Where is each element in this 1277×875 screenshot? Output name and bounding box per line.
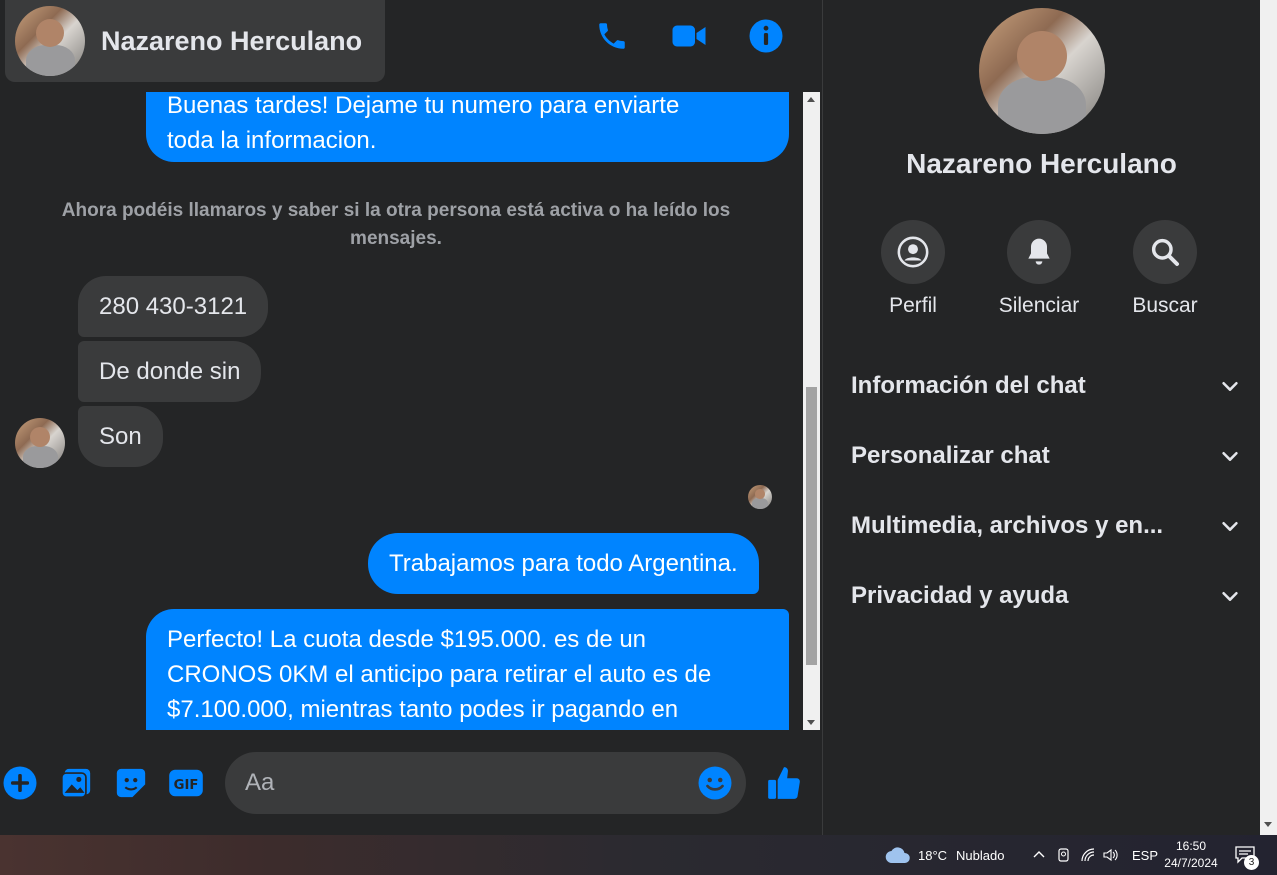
search-icon: [1133, 220, 1197, 284]
video-icon[interactable]: [671, 18, 707, 54]
outgoing-message[interactable]: Trabajamos para todo Argentina.: [368, 533, 759, 594]
show-hidden-icons[interactable]: [1032, 835, 1046, 875]
message-input-container[interactable]: [225, 752, 746, 814]
message-line: $7.100.000, mientras tanto podes ir paga…: [167, 696, 679, 723]
windows-taskbar: 18°C Nublado ESP 16:50 24/7/2024 3: [0, 835, 1277, 875]
notification-center[interactable]: 3: [1235, 835, 1259, 875]
plus-icon[interactable]: [0, 763, 40, 803]
incoming-message[interactable]: Son: [78, 406, 163, 467]
message-line: Perfecto! La cuota desde $195.000. es de…: [167, 626, 647, 653]
contact-name[interactable]: Nazareno Herculano: [101, 26, 362, 57]
svg-text:GIF: GIF: [174, 778, 199, 793]
meet-now-icon[interactable]: [1056, 835, 1072, 875]
message-input[interactable]: [245, 764, 685, 802]
section-chat-info[interactable]: Información del chat: [851, 366, 1241, 406]
message-composer: GIF: [0, 745, 822, 825]
weather-widget[interactable]: 18°C Nublado: [885, 835, 1004, 875]
notification-count-badge: 3: [1244, 855, 1259, 870]
info-icon[interactable]: [748, 18, 784, 54]
section-privacy[interactable]: Privacidad y ayuda: [851, 576, 1241, 616]
section-customize[interactable]: Personalizar chat: [851, 436, 1241, 476]
panel-scrollbar[interactable]: [1260, 0, 1277, 835]
cloud-icon: [885, 847, 910, 864]
language-indicator[interactable]: ESP: [1132, 835, 1158, 875]
chat-info-panel: Nazareno Herculano Perfil Silenciar Busc…: [823, 0, 1260, 835]
chevron-down-icon: [1222, 381, 1238, 391]
profile-avatar[interactable]: [979, 8, 1105, 134]
wifi-icon[interactable]: [1080, 835, 1096, 875]
date: 24/7/2024: [1164, 856, 1218, 870]
phone-icon[interactable]: [594, 18, 630, 54]
gif-icon[interactable]: GIF: [166, 763, 206, 803]
system-notice: Ahora podéis llamaros y saber si la otra…: [61, 200, 731, 249]
scroll-down-arrow-icon[interactable]: [1264, 822, 1272, 827]
weather-label: Nublado: [956, 847, 1005, 863]
section-media[interactable]: Multimedia, archivos y en...: [851, 506, 1241, 546]
read-receipt-avatar: [748, 485, 772, 509]
incoming-message[interactable]: De donde sin: [78, 341, 262, 402]
time: 16:50: [1175, 839, 1207, 853]
image-icon[interactable]: [56, 763, 96, 803]
chevron-down-icon: [1222, 591, 1238, 601]
emoji-icon[interactable]: [697, 765, 733, 801]
message-line: Buenas tardes! Dejame tu numero para env…: [167, 92, 680, 119]
incoming-message[interactable]: 280 430-3121: [78, 276, 269, 337]
messenger-window: Nazareno Herculano Buenas tardes! Dejame…: [0, 0, 1277, 835]
message-list[interactable]: Buenas tardes! Dejame tu numero para env…: [0, 92, 805, 730]
contact-chip[interactable]: Nazareno Herculano: [5, 0, 385, 82]
bell-icon: [1007, 220, 1071, 284]
profile-icon: [881, 220, 945, 284]
profile-button[interactable]: Perfil: [858, 220, 968, 318]
scroll-down-arrow-icon[interactable]: [807, 720, 815, 725]
chevron-down-icon: [1222, 451, 1238, 461]
section-label: Personalizar chat: [851, 442, 1050, 469]
chevron-down-icon: [1222, 521, 1238, 531]
mute-button[interactable]: Silenciar: [984, 220, 1094, 318]
sticker-icon[interactable]: [111, 763, 151, 803]
profile-label: Perfil: [889, 294, 937, 317]
profile-name: Nazareno Herculano: [906, 148, 1177, 179]
scroll-up-arrow-icon[interactable]: [807, 97, 815, 102]
message-scrollbar[interactable]: [803, 92, 820, 730]
thumbs-up-icon[interactable]: [764, 763, 804, 803]
chat-header: Nazareno Herculano: [0, 0, 822, 85]
contact-avatar[interactable]: [15, 6, 85, 76]
clock[interactable]: 16:50 24/7/2024: [1160, 838, 1222, 872]
message-line: CRONOS 0KM el anticipo para retirar el a…: [167, 661, 712, 688]
scroll-thumb[interactable]: [806, 387, 817, 665]
message-line: toda la informacion.: [167, 127, 377, 154]
section-label: Privacidad y ayuda: [851, 582, 1069, 609]
mute-label: Silenciar: [998, 294, 1080, 317]
volume-icon[interactable]: [1102, 835, 1120, 875]
section-label: Multimedia, archivos y en...: [851, 512, 1164, 539]
outgoing-message[interactable]: Perfecto! La cuota desde $195.000. es de…: [146, 609, 789, 730]
section-label: Información del chat: [851, 372, 1086, 399]
chevron-up-icon: [1033, 851, 1045, 858]
search-button[interactable]: Buscar: [1110, 220, 1220, 318]
sender-avatar[interactable]: [15, 418, 65, 468]
search-label: Buscar: [1132, 294, 1198, 317]
outgoing-message[interactable]: Buenas tardes! Dejame tu numero para env…: [146, 92, 789, 162]
temperature: 18°C: [918, 847, 948, 863]
